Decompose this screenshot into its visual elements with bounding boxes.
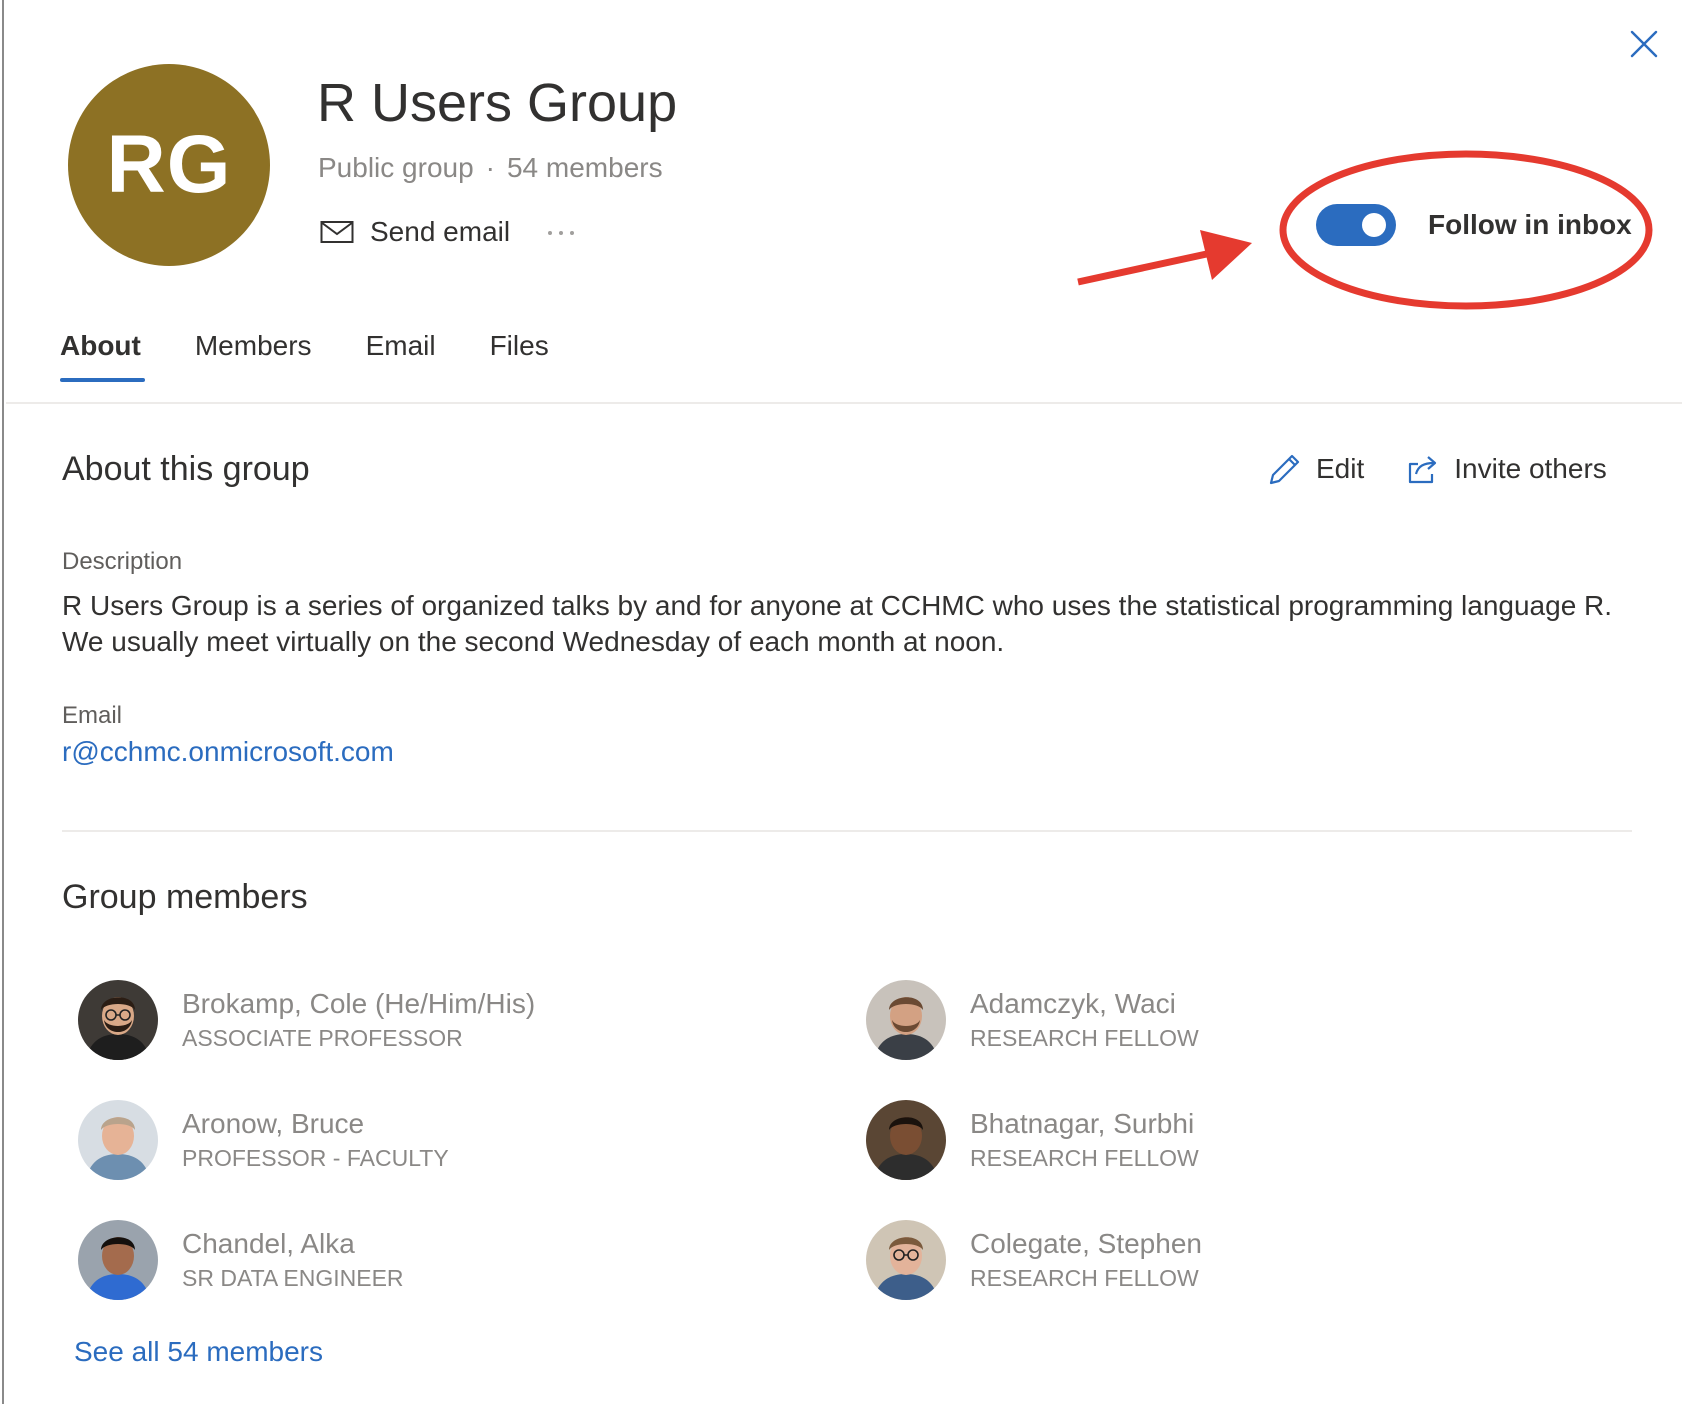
description-label: Description xyxy=(62,548,183,575)
follow-in-inbox-toggle[interactable] xyxy=(1316,204,1396,246)
member-avatar xyxy=(78,1100,158,1180)
member-text: Chandel, Alka SR DATA ENGINEER xyxy=(182,1226,404,1294)
more-horizontal-icon xyxy=(548,231,574,235)
member-name: Colegate, Stephen xyxy=(970,1228,1202,1259)
member-text: Brokamp, Cole (He/Him/His) ASSOCIATE PROF… xyxy=(182,986,535,1054)
tabs-divider xyxy=(6,402,1682,404)
group-member-count: 54 members xyxy=(506,152,663,183)
tab-files[interactable]: Files xyxy=(490,330,549,382)
tab-members[interactable]: Members xyxy=(195,330,312,382)
follow-in-inbox-label[interactable]: Follow in inbox xyxy=(1428,209,1632,241)
member-text: Bhatnagar, Surbhi RESEARCH FELLOW xyxy=(970,1106,1199,1174)
member-name: Adamczyk, Waci xyxy=(970,988,1176,1019)
member-text: Aronow, Bruce PROFESSOR - FACULTY xyxy=(182,1106,449,1174)
edit-label: Edit xyxy=(1316,453,1365,484)
member-item[interactable]: Bhatnagar, Surbhi RESEARCH FELLOW xyxy=(866,1100,1199,1180)
section-divider xyxy=(62,830,1632,832)
more-options-button[interactable] xyxy=(544,216,578,250)
invite-others-button[interactable]: Invite others xyxy=(1406,453,1607,485)
invite-others-label: Invite others xyxy=(1454,453,1607,484)
share-icon xyxy=(1409,456,1437,484)
members-section-title: Group members xyxy=(62,878,308,916)
close-button[interactable] xyxy=(1622,22,1666,66)
follow-in-inbox: Follow in inbox xyxy=(1316,204,1632,246)
member-avatar xyxy=(866,1100,946,1180)
member-job-title: ASSOCIATE PROFESSOR xyxy=(182,1025,463,1051)
tab-about[interactable]: About xyxy=(60,330,145,382)
member-text: Adamczyk, Waci RESEARCH FELLOW xyxy=(970,986,1199,1054)
member-avatar xyxy=(866,980,946,1060)
member-avatar xyxy=(866,1220,946,1300)
send-email-button[interactable]: Send email xyxy=(320,216,510,248)
member-name: Bhatnagar, Surbhi xyxy=(970,1108,1195,1139)
tab-bar: About Members Email Files xyxy=(60,330,603,382)
member-item[interactable]: Brokamp, Cole (He/Him/His) ASSOCIATE PROF… xyxy=(78,980,535,1060)
member-job-title: PROFESSOR - FACULTY xyxy=(182,1145,449,1171)
member-item[interactable]: Colegate, Stephen RESEARCH FELLOW xyxy=(866,1220,1202,1300)
group-visibility: Public group xyxy=(318,152,474,183)
group-card-panel: RG R Users Group Public group · 54 members… xyxy=(2,0,1682,1404)
group-initials: RG xyxy=(106,119,232,210)
member-job-title: RESEARCH FELLOW xyxy=(970,1265,1199,1291)
member-name: Chandel, Alka xyxy=(182,1228,355,1259)
member-name: Aronow, Bruce xyxy=(182,1108,365,1139)
member-job-title: RESEARCH FELLOW xyxy=(970,1025,1199,1051)
member-item[interactable]: Chandel, Alka SR DATA ENGINEER xyxy=(78,1220,404,1300)
send-email-label: Send email xyxy=(370,216,511,247)
tab-email[interactable]: Email xyxy=(366,330,436,382)
member-item[interactable]: Aronow, Bruce PROFESSOR - FACULTY xyxy=(78,1100,449,1180)
group-title: R Users Group xyxy=(317,73,678,133)
group-meta: Public group · 54 members xyxy=(318,152,663,184)
member-avatar xyxy=(78,1220,158,1300)
toggle-knob xyxy=(1362,213,1386,237)
group-avatar: RG xyxy=(68,64,270,266)
see-all-members-link[interactable]: See all 54 members xyxy=(74,1336,323,1368)
member-name: Brokamp, Cole (He/Him/His) xyxy=(182,988,536,1019)
member-job-title: RESEARCH FELLOW xyxy=(970,1145,1199,1171)
edit-button[interactable]: Edit xyxy=(1268,452,1364,486)
group-description: R Users Group is a series of organized t… xyxy=(62,590,1613,657)
mail-icon xyxy=(320,221,354,243)
about-section-title: About this group xyxy=(62,450,310,488)
email-label: Email xyxy=(62,702,123,729)
pencil-icon xyxy=(1269,454,1300,485)
about-actions: Edit Invite others xyxy=(1268,452,1607,486)
member-item[interactable]: Adamczyk, Waci RESEARCH FELLOW xyxy=(866,980,1199,1060)
group-email-link[interactable]: r@cchmc.onmicrosoft.com xyxy=(62,736,394,768)
member-text: Colegate, Stephen RESEARCH FELLOW xyxy=(970,1226,1202,1294)
member-avatar xyxy=(78,980,158,1060)
close-icon xyxy=(1630,30,1658,58)
meta-separator: · xyxy=(485,152,495,183)
member-job-title: SR DATA ENGINEER xyxy=(182,1265,404,1291)
